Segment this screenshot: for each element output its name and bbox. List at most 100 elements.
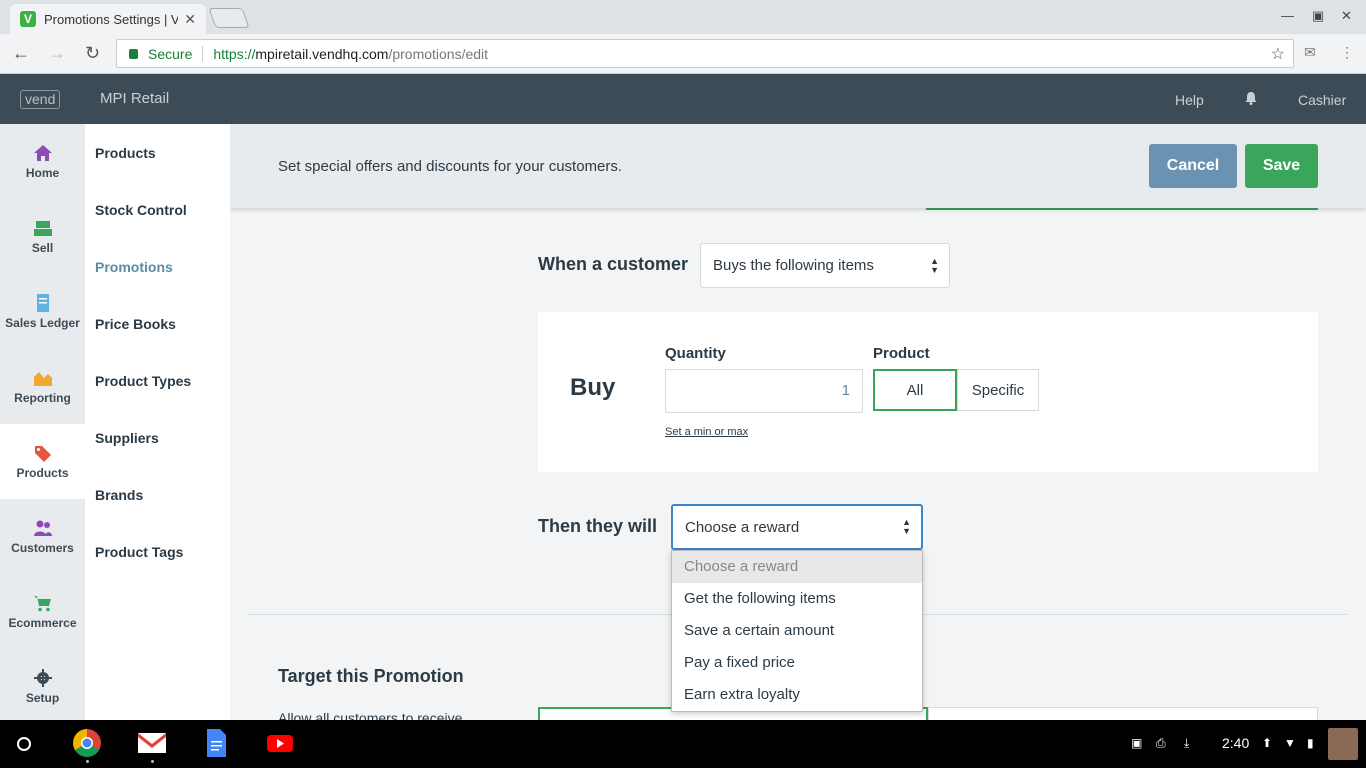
quantity-label: Quantity	[665, 345, 726, 362]
browser-tab[interactable]: V Promotions Settings | Ve ✕	[10, 4, 206, 34]
cancel-button[interactable]: Cancel	[1149, 144, 1237, 188]
browser-toolbar: ← → ↻ Secure https:// mpiretail.vendhq.c…	[0, 34, 1366, 74]
nav-reporting-label: Reporting	[14, 390, 71, 405]
submenu-promotions[interactable]: Promotions	[95, 259, 173, 275]
close-window-icon[interactable]: ✕	[1341, 8, 1352, 24]
reward-option[interactable]: Get the following items	[672, 583, 922, 615]
cart-icon	[33, 595, 51, 611]
minimize-icon[interactable]: —	[1281, 8, 1294, 23]
quantity-input[interactable]: 1	[665, 369, 863, 413]
active-tab-indicator	[926, 208, 1318, 210]
store-name: MPI Retail	[100, 90, 170, 107]
gear-icon	[33, 668, 52, 687]
submenu-suppliers[interactable]: Suppliers	[95, 430, 159, 446]
submenu-stock-control[interactable]: Stock Control	[95, 202, 187, 218]
lock-icon	[129, 48, 138, 59]
ledger-icon	[36, 293, 49, 312]
print-icon[interactable]: ⎙	[1156, 736, 1166, 751]
user-avatar[interactable]	[1328, 728, 1358, 760]
wifi-icon[interactable]: ▼	[1284, 736, 1296, 750]
submenu-brands[interactable]: Brands	[95, 487, 143, 503]
nav-sell[interactable]: Sell	[0, 199, 85, 274]
reward-select[interactable]: Choose a reward ▲ ▼	[671, 504, 923, 550]
vend-logo[interactable]: vend	[20, 90, 61, 109]
docs-app-icon[interactable]	[201, 728, 231, 758]
nav-sales-ledger-label: Sales Ledger	[5, 315, 80, 330]
tab-title: Promotions Settings | Ve	[44, 11, 179, 27]
download-icon[interactable]: ⤓	[1184, 736, 1189, 751]
product-label: Product	[873, 345, 930, 362]
home-icon	[33, 144, 52, 161]
nav-ecommerce-label: Ecommerce	[8, 615, 77, 630]
launcher-icon[interactable]	[17, 737, 31, 751]
select-arrows-icon: ▲ ▼	[902, 517, 911, 536]
main-nav: Home Sell Sales Ledger Reporting Product…	[0, 124, 85, 720]
nav-reporting[interactable]: Reporting	[0, 349, 85, 424]
battery-icon[interactable]: ▮	[1307, 736, 1314, 750]
chrome-menu-icon[interactable]: ⋮	[1340, 44, 1354, 61]
forward-icon[interactable]: →	[48, 43, 66, 64]
reward-option[interactable]: Save a certain amount	[672, 615, 922, 647]
app-top-bar: vend MPI Retail Help Cashier	[0, 74, 1366, 124]
nav-sell-label: Sell	[31, 240, 54, 255]
address-bar[interactable]: Secure https:// mpiretail.vendhq.com /pr…	[116, 39, 1294, 68]
select-arrows-icon: ▲ ▼	[930, 255, 939, 275]
vend-favicon-icon: V	[20, 11, 36, 27]
reward-option[interactable]: Pay a fixed price	[672, 647, 922, 679]
url-host: mpiretail.vendhq.com	[255, 45, 389, 62]
target-option-specific[interactable]	[928, 707, 1318, 720]
user-menu[interactable]: Cashier	[1298, 92, 1346, 108]
set-min-max-link[interactable]: Set a min or max	[665, 426, 748, 438]
bookmark-star-icon[interactable]: ☆	[1271, 44, 1285, 64]
nav-ecommerce[interactable]: Ecommerce	[0, 574, 85, 649]
register-icon	[33, 220, 52, 236]
url-scheme: https://	[213, 45, 256, 62]
buy-title: Buy	[570, 374, 616, 401]
submenu-product-types[interactable]: Product Types	[95, 373, 191, 389]
address-divider	[202, 45, 204, 62]
condition-label: When a customer	[538, 254, 689, 274]
new-tab-button[interactable]	[208, 8, 250, 28]
reward-dropdown-list: Choose a reward Get the following items …	[671, 550, 923, 712]
running-indicator	[151, 760, 154, 763]
browser-tab-bar: V Promotions Settings | Ve ✕ — ▣ ✕	[0, 0, 1366, 34]
save-button[interactable]: Save	[1245, 144, 1318, 188]
nav-home[interactable]: Home	[0, 124, 85, 199]
nav-customers-label: Customers	[11, 540, 74, 555]
condition-select[interactable]: Buys the following items ▲ ▼	[700, 243, 950, 288]
close-tab-icon[interactable]: ✕	[184, 11, 196, 28]
clock[interactable]: 2:40	[1222, 735, 1249, 751]
nav-customers[interactable]: Customers	[0, 499, 85, 574]
page-description: Set special offers and discounts for you…	[278, 158, 623, 175]
screenshot-icon[interactable]: ▣	[1131, 736, 1142, 750]
nav-products[interactable]: Products	[0, 424, 85, 499]
sync-icon[interactable]: ⬆	[1262, 736, 1272, 750]
allow-customers-text: Allow all customers to receive	[278, 710, 463, 720]
maximize-icon[interactable]: ▣	[1312, 8, 1324, 24]
product-specific-toggle[interactable]: Specific	[957, 369, 1039, 411]
reward-option[interactable]: Earn extra loyalty	[672, 679, 922, 711]
nav-setup-label: Setup	[25, 690, 60, 705]
extension-icon[interactable]: ✉	[1304, 44, 1316, 61]
product-all-toggle[interactable]: All	[873, 369, 957, 411]
nav-home-label: Home	[25, 165, 60, 180]
reward-label: Then they will	[538, 516, 658, 536]
running-indicator	[86, 760, 89, 763]
nav-setup[interactable]: Setup	[0, 649, 85, 724]
submenu-price-books[interactable]: Price Books	[95, 316, 176, 332]
submenu-products[interactable]: Products	[95, 145, 156, 161]
nav-products-label: Products	[16, 465, 69, 480]
nav-sales-ledger[interactable]: Sales Ledger	[0, 274, 85, 349]
submenu-product-tags[interactable]: Product Tags	[95, 544, 183, 560]
help-link[interactable]: Help	[1175, 92, 1204, 108]
chart-icon	[33, 371, 52, 386]
gmail-app-icon[interactable]	[137, 728, 167, 758]
reward-option: Choose a reward	[672, 551, 922, 583]
youtube-app-icon[interactable]	[265, 728, 295, 758]
back-icon[interactable]: ←	[12, 43, 30, 64]
chrome-app-icon[interactable]	[72, 728, 102, 758]
buy-card: Buy Quantity 1 Product All Specific Set …	[538, 312, 1318, 472]
reload-icon[interactable]: ↻	[85, 43, 100, 64]
tag-icon	[34, 445, 51, 462]
notification-bell-icon[interactable]	[1244, 91, 1258, 105]
